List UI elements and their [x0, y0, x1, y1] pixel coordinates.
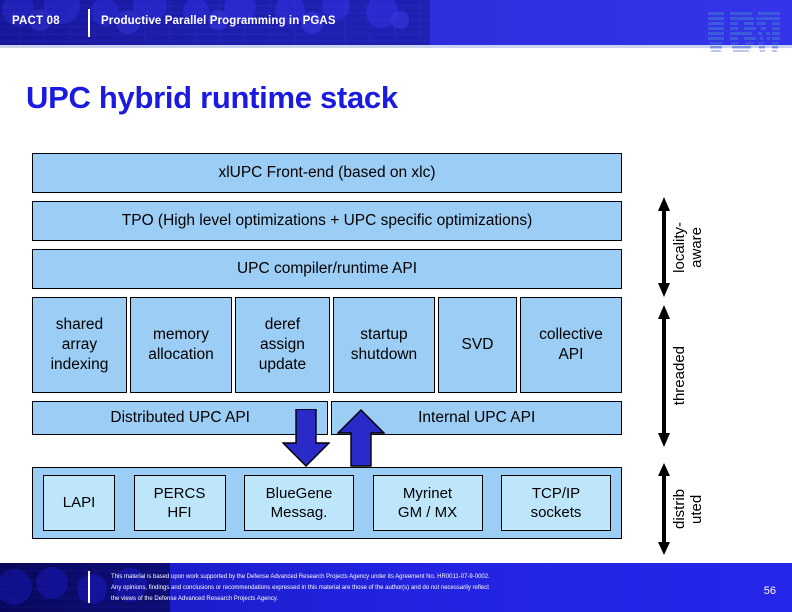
cell-line: shutdown — [350, 346, 418, 363]
header-band: PACT 08 Productive Parallel Programming … — [0, 0, 792, 45]
scope-label-line1: threaded — [671, 346, 688, 406]
hw-line: Messag. — [270, 504, 328, 521]
cell-line: memory — [152, 326, 209, 344]
cell-line: API — [558, 346, 584, 363]
footer-band: This material is based upon work support… — [0, 563, 792, 612]
scope-label-line1: locality- — [671, 221, 688, 273]
arrow-down-icon — [282, 409, 330, 467]
cell-deref-assign-update: deref assign update — [235, 297, 330, 393]
hw-line: GM / MX — [397, 504, 458, 521]
cell-line: array — [61, 336, 98, 354]
scope-locality-aware: locality-aware — [656, 197, 706, 297]
cell-collective-api: collective API — [519, 297, 622, 393]
cell-line: deref — [264, 316, 301, 334]
runtime-function-cells: shared array indexing memory allocation … — [32, 297, 622, 393]
hw-cell-percs-hfi: PERCS HFI — [133, 475, 226, 531]
upc-runtime-stack-diagram: xlUPC Front-end (based on xlc) TPO (High… — [32, 153, 622, 539]
scope-label-line2: aware — [687, 226, 705, 268]
scope-label-line2: uted — [687, 494, 705, 524]
footer-divider — [88, 571, 90, 603]
cell-line: SVD — [461, 336, 494, 354]
scope-label-line1: distrib — [671, 488, 688, 529]
layer-frontend: xlUPC Front-end (based on xlc) — [32, 153, 622, 193]
cell-svd: SVD — [438, 297, 517, 393]
hw-line: TCP/IP — [531, 484, 581, 502]
ibm-logo — [708, 12, 780, 52]
hw-line: PERCS — [153, 484, 206, 502]
hw-cell-myrinet: Myrinet GM / MX — [372, 475, 483, 531]
cell-line: allocation — [148, 346, 214, 363]
header-underline — [0, 45, 792, 48]
cell-shared-array-indexing: shared array indexing — [32, 297, 127, 393]
footer-line-1: This material is based upon work support… — [111, 574, 490, 580]
scope-distributed: distrib uted — [656, 463, 706, 555]
layer-hardware-transports: LAPI PERCS HFI BlueGene Messag. Myrinet … — [32, 467, 622, 539]
cell-line: startup — [360, 326, 408, 344]
layer-tpo: TPO (High level optimizations + UPC spec… — [32, 201, 622, 241]
cell-line: shared — [55, 316, 104, 334]
cell-line: indexing — [50, 355, 109, 373]
hw-line: Myrinet — [402, 484, 453, 502]
scope-label-distributed: distrib uted — [671, 488, 706, 529]
hw-line: sockets — [530, 504, 582, 521]
page-number: 56 — [763, 585, 776, 597]
arrow-zone — [32, 409, 622, 467]
header-event-id: PACT 08 — [12, 15, 60, 27]
double-arrow-vertical-icon — [658, 463, 670, 555]
header-divider — [88, 9, 90, 37]
footer-line-2: Any opinions, findings and conclusions o… — [111, 585, 489, 592]
scope-label-locality-aware: locality-aware — [671, 221, 706, 273]
arrow-up-icon — [337, 409, 385, 467]
cell-memory-allocation: memory allocation — [129, 297, 232, 393]
cell-line: assign — [260, 336, 305, 354]
scope-threaded: threaded — [656, 305, 689, 447]
footer-line-3: the views of the Defense Advanced Resear… — [111, 596, 278, 603]
hw-cell-lapi: LAPI — [43, 475, 115, 531]
double-arrow-vertical-icon — [658, 197, 670, 297]
cell-line: update — [258, 355, 307, 373]
hw-line: LAPI — [62, 494, 96, 512]
cell-line: collective — [539, 326, 603, 344]
hw-line: HFI — [167, 504, 192, 521]
footer-disclaimer: This material is based upon work support… — [111, 572, 671, 605]
scope-label-threaded: threaded — [671, 346, 689, 406]
header-subject-title: Productive Parallel Programming in PGAS — [101, 15, 336, 27]
page-title: UPC hybrid runtime stack — [26, 80, 398, 115]
hw-line: BlueGene — [265, 484, 333, 502]
double-arrow-vertical-icon — [658, 305, 670, 447]
hw-cell-tcpip-sockets: TCP/IP sockets — [501, 475, 611, 531]
cell-startup-shutdown: startup shutdown — [332, 297, 435, 393]
hw-cell-bluegene-messaging: BlueGene Messag. — [244, 475, 354, 531]
layer-compiler-runtime-api: UPC compiler/runtime API — [32, 249, 622, 289]
